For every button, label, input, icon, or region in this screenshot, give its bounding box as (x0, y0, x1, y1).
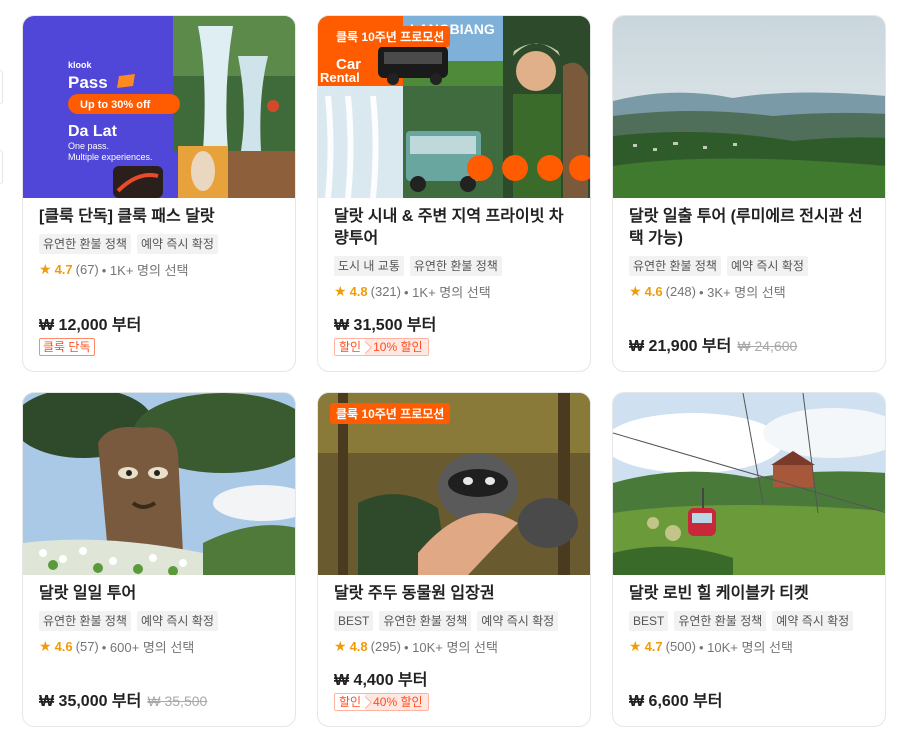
rating-score: 4.6 (644, 284, 663, 299)
tag-instant-confirm: 예약 즉시 확정 (136, 611, 218, 631)
edge-tab (0, 70, 3, 104)
price-value: ₩ 6,600 부터 (629, 693, 723, 710)
card-image: Car Rental LANGBIANG 클룩 10주년 프로모션 (318, 16, 590, 198)
tagline-line1: One pass. (68, 141, 109, 151)
tag-instant-confirm: 예약 즉시 확정 (726, 256, 808, 276)
booked-count: • 10K+ 명의 선택 (404, 640, 498, 655)
star-icon: ★ (39, 638, 52, 654)
rating-row: ★ 4.8 (321) • 1K+ 명의 선택 (334, 282, 578, 301)
promo-badge: 클룩 10주년 프로모션 (330, 403, 451, 424)
activity-card-klook-pass[interactable]: klook Pass Up to 30% off Da Lat One pass… (22, 15, 296, 372)
tag-flexible-refund: 유연한 환불 정책 (674, 611, 767, 631)
tag-best: BEST (334, 611, 374, 631)
tag-flexible-refund: 유연한 환불 정책 (379, 611, 472, 631)
booked-count: • 600+ 명의 선택 (101, 640, 195, 655)
price-value: ₩ 31,500 부터 (334, 317, 437, 334)
review-count: (248) (665, 284, 696, 299)
tag-flexible-refund: 유연한 환불 정책 (39, 234, 131, 254)
star-icon: ★ (39, 261, 52, 277)
price: ₩ 31,500 부터 (334, 311, 578, 335)
brand-text: klook (68, 60, 93, 70)
card-title[interactable]: 달랏 시내 & 주변 지역 프라이빗 차량투어 (334, 206, 578, 250)
star-icon: ★ (334, 283, 347, 299)
card-image (613, 16, 885, 198)
price: ₩ 12,000 부터 (39, 311, 283, 335)
tagline-line2: Multiple experiences. (68, 152, 153, 162)
rating-row: ★ 4.8 (295) • 10K+ 명의 선택 (334, 637, 578, 656)
rating-row: ★ 4.7 (67) • 1K+ 명의 선택 (39, 260, 283, 279)
left-edge (0, 0, 6, 734)
card-title[interactable]: [클룩 단독] 클룩 패스 달랏 (39, 206, 283, 228)
exclusive-badge: 클룩 단독 (39, 338, 95, 356)
rating-score: 4.7 (54, 262, 73, 277)
activity-card-zoo-ticket[interactable]: 클룩 10주년 프로모션 달랏 주두 동물원 입장권 BEST 유연한 환불 정… (317, 392, 591, 727)
star-icon: ★ (334, 638, 347, 654)
price: ₩ 6,600 부터 (629, 687, 873, 711)
activity-card-sunrise-tour[interactable]: 달랏 일출 투어 (루미에르 전시관 선택 가능) 유연한 환불 정책 예약 즉… (612, 15, 886, 372)
activity-card-day-tour[interactable]: 달랏 일일 투어 유연한 환불 정책 예약 즉시 확정 ★ 4.6 (57) •… (22, 392, 296, 727)
tag-best: BEST (629, 611, 669, 631)
card-title[interactable]: 달랏 주두 동물원 입장권 (334, 583, 578, 605)
price: ₩ 35,000 부터 ₩ 35,500 (39, 687, 283, 711)
rating-row: ★ 4.6 (248) • 3K+ 명의 선택 (629, 282, 873, 301)
rental-text: Rental (320, 70, 360, 85)
promo-badge: 클룩 10주년 프로모션 (330, 26, 451, 47)
card-title[interactable]: 달랏 로빈 힐 케이블카 티켓 (629, 583, 873, 605)
booked-count: • 3K+ 명의 선택 (699, 285, 786, 300)
star-icon: ★ (629, 283, 642, 299)
price-value: ₩ 35,000 부터 (39, 693, 142, 710)
original-price: ₩ 35,500 (147, 693, 208, 709)
booked-count: • 1K+ 명의 선택 (404, 285, 491, 300)
tag-instant-confirm: 예약 즉시 확정 (772, 611, 854, 631)
booked-count: • 10K+ 명의 선택 (699, 640, 793, 655)
tag-flexible-refund: 유연한 환불 정책 (39, 611, 131, 631)
price-value: ₩ 4,400 부터 (334, 672, 428, 689)
price: ₩ 4,400 부터 (334, 666, 578, 690)
tag-flexible-refund: 유연한 환불 정책 (629, 256, 721, 276)
card-image: 클룩 10주년 프로모션 (318, 393, 590, 575)
discount-value: 10% 할인 (365, 339, 428, 355)
card-image (613, 393, 885, 575)
price-value: ₩ 21,900 부터 (629, 338, 732, 355)
original-price: ₩ 24,600 (737, 338, 798, 354)
review-count: (67) (75, 262, 99, 277)
rating-score: 4.8 (349, 639, 368, 654)
discount-badge: 할인 10% 할인 (334, 338, 429, 356)
discount-badge: 할인 40% 할인 (334, 693, 429, 711)
star-icon: ★ (629, 638, 642, 654)
review-count: (321) (370, 284, 401, 299)
tag-instant-confirm: 예약 즉시 확정 (136, 234, 218, 254)
card-title[interactable]: 달랏 일출 투어 (루미에르 전시관 선택 가능) (629, 206, 873, 250)
price: ₩ 21,900 부터 ₩ 24,600 (629, 332, 873, 356)
discount-value: 40% 할인 (365, 694, 428, 710)
activity-card-private-car-tour[interactable]: Car Rental LANGBIANG 클룩 10주년 프로모션 달랏 시내 … (317, 15, 591, 372)
review-count: (295) (370, 639, 401, 654)
rating-row: ★ 4.7 (500) • 10K+ 명의 선택 (629, 637, 873, 656)
activity-card-cable-car[interactable]: 달랏 로빈 힐 케이블카 티켓 BEST 유연한 환불 정책 예약 즉시 확정 … (612, 392, 886, 727)
rating-score: 4.6 (54, 639, 73, 654)
city-text: Da Lat (68, 123, 118, 140)
tag-flexible-refund: 유연한 환불 정책 (409, 256, 502, 276)
review-count: (57) (75, 639, 99, 654)
rating-row: ★ 4.6 (57) • 600+ 명의 선택 (39, 637, 283, 656)
review-count: (500) (665, 639, 696, 654)
rating-score: 4.8 (349, 284, 368, 299)
card-image (23, 393, 295, 575)
tag-instant-confirm: 예약 즉시 확정 (477, 611, 559, 631)
price-value: ₩ 12,000 부터 (39, 317, 142, 334)
rating-score: 4.7 (644, 639, 663, 654)
booked-count: • 1K+ 명의 선택 (101, 263, 189, 278)
offer-text: Up to 30% off (80, 99, 151, 111)
card-title[interactable]: 달랏 일일 투어 (39, 583, 283, 605)
card-image: klook Pass Up to 30% off Da Lat One pass… (23, 16, 295, 198)
edge-tab (0, 150, 3, 184)
tag-city-transport: 도시 내 교통 (334, 256, 404, 276)
pass-text: Pass (68, 73, 108, 92)
